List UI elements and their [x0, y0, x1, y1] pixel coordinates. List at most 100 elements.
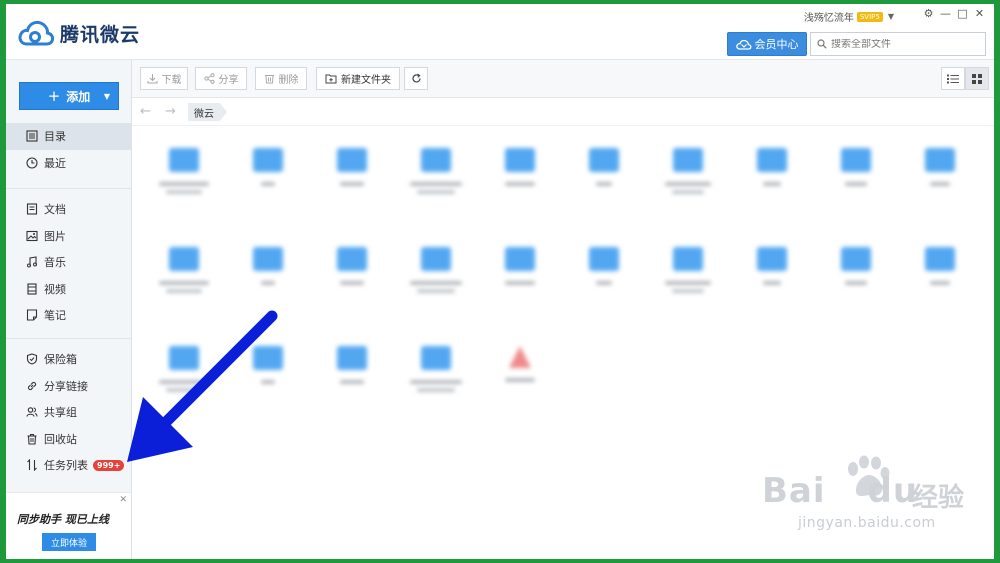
file-item[interactable]	[226, 148, 310, 186]
file-item[interactable]	[394, 247, 478, 293]
file-item[interactable]	[226, 346, 310, 384]
nav-group-tools: 保险箱 分享链接 共享组 回收站 任务列表 999+	[6, 346, 131, 479]
sidebar-divider	[6, 188, 131, 189]
sidebar-item-images[interactable]: 图片	[6, 223, 131, 250]
try-now-button[interactable]: 立即体验	[42, 533, 96, 551]
refresh-button[interactable]	[404, 67, 428, 90]
search-icon	[817, 39, 827, 49]
file-item[interactable]	[310, 247, 394, 285]
file-name	[596, 182, 612, 186]
file-toolbar: 下载 分享 删除 新建文件夹	[132, 60, 994, 98]
file-item[interactable]	[310, 148, 394, 186]
watermark-url: jingyan.baidu.com	[798, 515, 936, 531]
top-bar: 腾讯微云 浅殇忆流年 SVIP5 ▼ ⚙ — □ ✕ 会员中心	[6, 4, 994, 60]
file-item[interactable]	[142, 346, 226, 392]
maximize-icon[interactable]: □	[954, 7, 971, 20]
file-item[interactable]	[226, 247, 310, 285]
sidebar-item-label: 分享链接	[44, 379, 88, 393]
folder-icon	[253, 247, 283, 271]
sidebar-item-shared-group[interactable]: 共享组	[6, 399, 131, 426]
back-arrow-icon[interactable]: ←	[140, 104, 151, 119]
folder-icon	[421, 346, 451, 370]
gear-icon[interactable]: ⚙	[920, 7, 937, 20]
watermark-brand: Bai du	[762, 471, 918, 511]
sidebar-item-safe[interactable]: 保险箱	[6, 346, 131, 373]
baidu-watermark: Bai du 经验 jingyan.baidu.com	[762, 455, 982, 545]
file-item[interactable]	[310, 346, 394, 384]
file-item[interactable]	[142, 247, 226, 293]
sidebar-item-recycle-bin[interactable]: 回收站	[6, 426, 131, 453]
file-name	[261, 380, 275, 384]
file-item[interactable]	[562, 247, 646, 285]
file-item[interactable]	[898, 148, 982, 186]
file-item[interactable]	[730, 148, 814, 186]
file-item[interactable]	[730, 247, 814, 285]
folder-icon	[841, 148, 871, 172]
close-icon[interactable]: ✕	[971, 7, 988, 20]
close-icon[interactable]: ✕	[119, 495, 127, 505]
new-folder-button[interactable]: 新建文件夹	[316, 67, 400, 90]
folder-icon	[421, 148, 451, 172]
file-item[interactable]	[394, 346, 478, 392]
vip-center-button[interactable]: 会员中心	[727, 32, 807, 56]
sidebar-item-share-links[interactable]: 分享链接	[6, 373, 131, 400]
file-item[interactable]	[562, 148, 646, 186]
file-name	[410, 380, 462, 384]
username: 浅殇忆流年	[803, 13, 854, 24]
file-name	[665, 182, 711, 186]
folder-icon	[169, 247, 199, 271]
sidebar-item-video[interactable]: 视频	[6, 276, 131, 303]
chevron-down-icon: ▼	[887, 12, 894, 21]
file-item[interactable]	[394, 148, 478, 194]
file-name	[505, 182, 535, 186]
share-button[interactable]: 分享	[195, 67, 247, 90]
breadcrumb: ← → 微云	[132, 98, 994, 126]
file-name	[930, 281, 950, 285]
delete-button[interactable]: 删除	[255, 67, 307, 90]
search-box[interactable]	[810, 32, 986, 56]
folder-icon	[337, 346, 367, 370]
directory-icon	[26, 130, 38, 142]
forward-arrow-icon[interactable]: →	[165, 104, 176, 119]
file-name	[410, 182, 462, 186]
file-item[interactable]	[478, 247, 562, 285]
note-icon	[26, 309, 38, 321]
folder-icon	[589, 247, 619, 271]
folder-icon	[337, 148, 367, 172]
file-item[interactable]	[898, 247, 982, 285]
file-name	[410, 281, 462, 285]
file-name-line2	[672, 190, 704, 194]
download-button[interactable]: 下载	[140, 67, 188, 90]
sidebar-item-label: 保险箱	[44, 353, 77, 367]
file-item[interactable]	[142, 148, 226, 194]
grid-view-icon[interactable]	[965, 67, 989, 90]
add-button[interactable]: + 添加 ▼	[19, 82, 119, 110]
vip-center-label: 会员中心	[754, 38, 799, 51]
search-input[interactable]	[831, 38, 981, 50]
user-menu[interactable]: 浅殇忆流年 SVIP5 ▼	[804, 9, 894, 24]
file-item[interactable]	[814, 148, 898, 186]
minimize-icon[interactable]: —	[937, 7, 954, 20]
file-item[interactable]	[814, 247, 898, 285]
view-switcher	[941, 67, 989, 90]
sidebar-item-label: 视频	[44, 282, 66, 296]
file-item[interactable]	[478, 148, 562, 186]
sidebar-item-notes[interactable]: 笔记	[6, 302, 131, 329]
image-icon	[26, 230, 38, 241]
list-view-icon[interactable]	[941, 67, 965, 90]
breadcrumb-root[interactable]: 微云	[188, 103, 227, 121]
file-item[interactable]	[646, 148, 730, 194]
file-name-line2	[417, 388, 455, 392]
sidebar-item-music[interactable]: 音乐	[6, 249, 131, 276]
link-icon	[27, 381, 37, 390]
svip-badge: SVIP5	[856, 11, 883, 22]
sidebar-item-task-list[interactable]: 任务列表 999+	[6, 452, 131, 479]
sidebar-item-directory[interactable]: 目录	[6, 123, 131, 150]
file-item[interactable]	[646, 247, 730, 293]
nav-group-main: 目录 最近	[6, 123, 131, 176]
sidebar-item-recent[interactable]: 最近	[6, 150, 131, 177]
file-name	[763, 281, 781, 285]
task-count-badge: 999+	[93, 459, 125, 471]
sidebar-item-documents[interactable]: 文档	[6, 196, 131, 223]
file-item[interactable]	[478, 346, 562, 382]
